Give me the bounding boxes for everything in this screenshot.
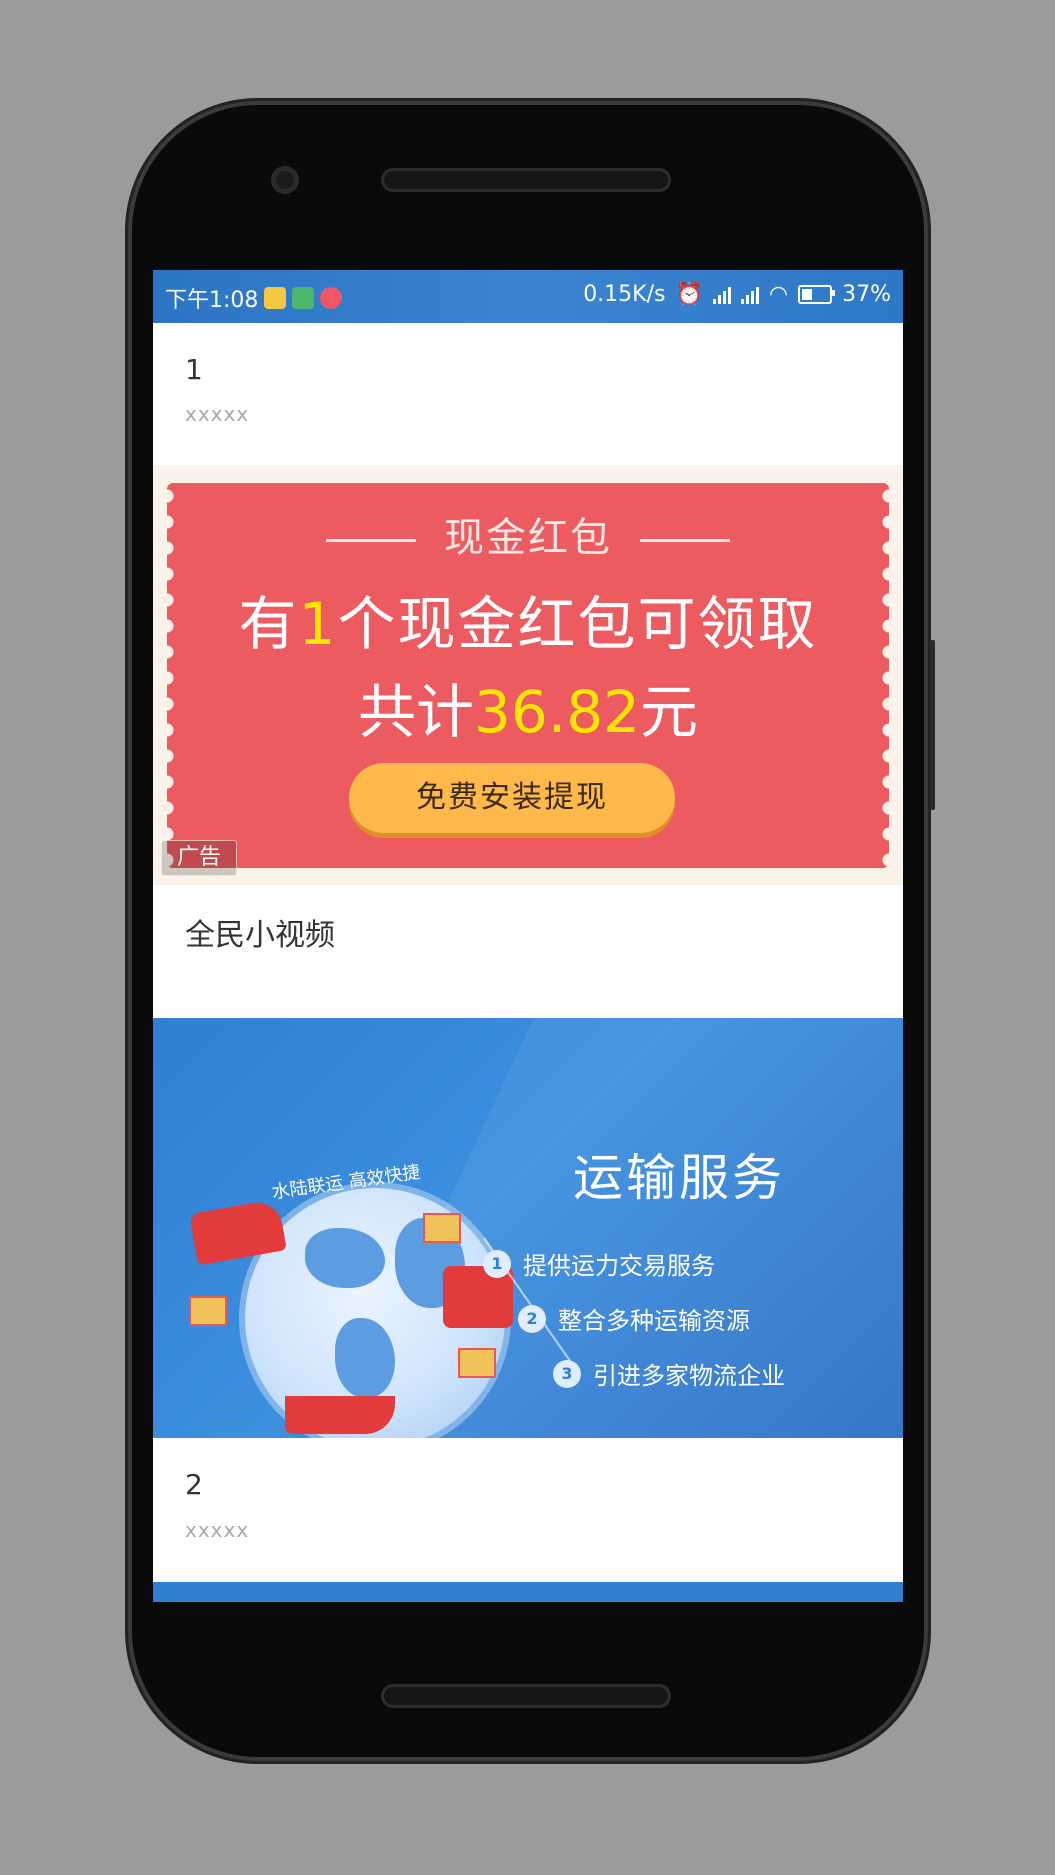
next-banner-preview[interactable] — [153, 1582, 903, 1602]
signal-icon — [740, 286, 759, 304]
feature-item: 3 引进多家物流企业 — [553, 1356, 785, 1391]
section-title[interactable]: 全民小视频 — [185, 910, 335, 954]
package-icon — [189, 1296, 227, 1326]
ad-text: 元 — [640, 678, 699, 746]
feature-number: 2 — [518, 1304, 546, 1333]
feature-text: 引进多家物流企业 — [593, 1362, 785, 1390]
ad-count: 1 — [298, 590, 338, 658]
signal-icon — [712, 286, 731, 304]
ad-amount: 36.82 — [473, 678, 641, 746]
feature-number: 3 — [553, 1359, 581, 1388]
ad-heading-text: 现金红包 — [444, 515, 612, 561]
status-bar-left: 下午1:08 — [165, 282, 343, 314]
divider — [326, 538, 416, 542]
earpiece-speaker — [381, 168, 671, 192]
ship-icon — [285, 1396, 395, 1434]
bunny-app-icon — [320, 287, 343, 309]
feature-number: 1 — [483, 1249, 511, 1278]
list-item-title: 2 — [185, 1468, 203, 1501]
feature-item: 1 提供运力交易服务 — [483, 1246, 715, 1281]
ad-text: 共计 — [357, 678, 474, 746]
ad-heading: 现金红包 — [153, 505, 903, 563]
screen: 下午1:08 0.15K/s ⏰ ◠ 37% 1 xxxxx 现金红包 有1个现… — [153, 270, 903, 1602]
feature-text: 提供运力交易服务 — [523, 1252, 715, 1280]
feature-item: 2 整合多种运输资源 — [518, 1301, 750, 1336]
list-item[interactable]: 1 xxxxx — [153, 323, 903, 465]
network-speed: 0.15K/s — [583, 282, 666, 307]
ad-amount-text: 共计36.82元 — [153, 665, 903, 749]
transport-banner[interactable]: 水陆联运 高效快捷 运输服务 1 提供运力交易服务 2 整合多种运输资源 3 引… — [153, 1018, 903, 1438]
feature-text: 整合多种运输资源 — [558, 1307, 750, 1335]
ad-banner[interactable]: 现金红包 有1个现金红包可领取 共计36.82元 免费安装提现 广告 — [153, 465, 903, 885]
ad-text: 个现金红包可领取 — [337, 590, 818, 658]
ad-offer-text: 有1个现金红包可领取 — [153, 577, 903, 661]
ad-badge: 广告 — [161, 840, 237, 876]
list-item-subtitle: xxxxx — [185, 1518, 250, 1542]
power-button — [930, 640, 935, 810]
install-withdraw-button[interactable]: 免费安装提现 — [349, 763, 675, 833]
video-app-icon — [292, 287, 315, 309]
video-app-icon — [264, 287, 287, 309]
alarm-icon: ⏰ — [675, 282, 703, 307]
list-item-title: 1 — [185, 353, 203, 386]
status-bar-right: 0.15K/s ⏰ ◠ 37% — [583, 282, 891, 307]
wifi-icon: ◠ — [768, 282, 789, 307]
ad-text: 有 — [238, 590, 299, 658]
list-item-subtitle: xxxxx — [185, 402, 250, 426]
continent — [335, 1318, 395, 1398]
status-time: 下午1:08 — [165, 288, 259, 313]
list-item[interactable]: 2 xxxxx — [153, 1438, 903, 1582]
status-bar: 下午1:08 0.15K/s ⏰ ◠ 37% — [153, 270, 903, 323]
banner-title: 运输服务 — [573, 1149, 785, 1207]
bottom-speaker — [381, 1684, 671, 1708]
divider — [640, 538, 730, 542]
battery-percent: 37% — [842, 282, 891, 307]
continent — [305, 1228, 385, 1288]
front-camera — [271, 166, 299, 194]
battery-icon — [798, 285, 836, 304]
package-icon — [458, 1348, 496, 1378]
package-icon — [423, 1213, 461, 1243]
